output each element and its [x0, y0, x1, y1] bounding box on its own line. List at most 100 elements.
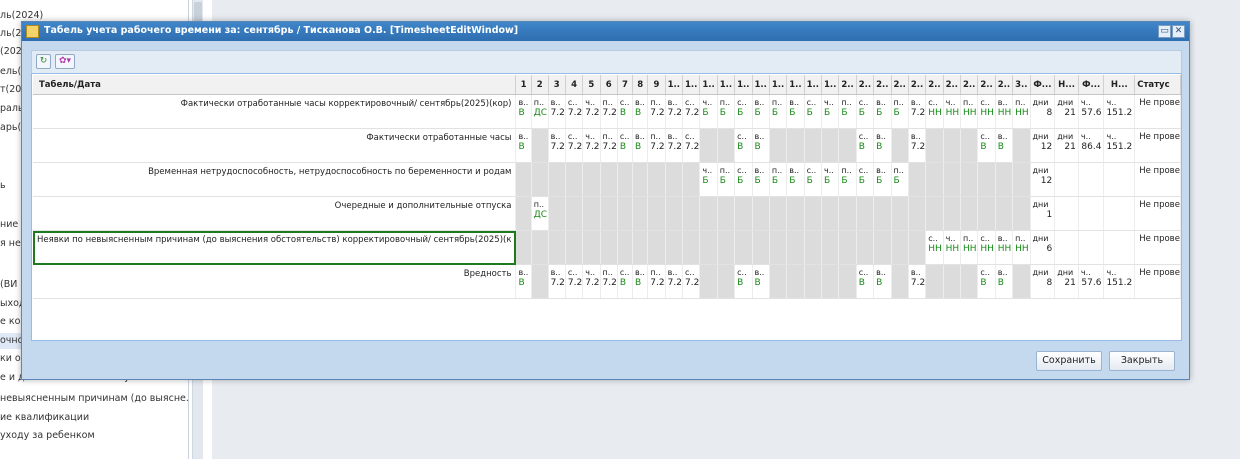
column-header-total[interactable]: Н...	[1103, 75, 1136, 95]
total-cell[interactable]: ч.. 57.6	[1078, 264, 1105, 299]
column-header-day[interactable]: 2..	[977, 75, 996, 95]
day-cell[interactable]: с.. Б	[734, 162, 753, 197]
day-cell[interactable]	[804, 230, 823, 265]
day-cell[interactable]	[960, 162, 979, 197]
row-name[interactable]: Вредность	[33, 264, 517, 299]
day-cell[interactable]	[804, 196, 823, 231]
column-header-day[interactable]: 4	[565, 75, 584, 95]
day-cell[interactable]: в.. В	[752, 128, 770, 163]
column-header-day[interactable]: 1	[515, 75, 532, 95]
day-cell[interactable]	[548, 196, 566, 231]
total-cell[interactable]: дни 21	[1054, 128, 1079, 163]
day-cell[interactable]	[617, 196, 634, 231]
day-cell[interactable]: п.. Б	[717, 94, 736, 129]
column-header-day[interactable]: 2..	[925, 75, 944, 95]
day-cell[interactable]: с.. В	[856, 264, 875, 299]
day-cell[interactable]	[665, 196, 684, 231]
column-header-day[interactable]: 2..	[908, 75, 927, 95]
refresh-icon[interactable]: ↻	[36, 54, 51, 69]
day-cell[interactable]: с.. 7.2	[565, 94, 584, 129]
day-cell[interactable]: п.. 7.2	[647, 128, 666, 163]
total-cell[interactable]	[1078, 162, 1105, 197]
day-cell[interactable]: в.. Б	[786, 94, 805, 129]
day-cell[interactable]	[786, 196, 805, 231]
day-cell[interactable]: в.. В	[515, 264, 532, 299]
day-cell[interactable]: в.. 7.2	[665, 128, 684, 163]
day-cell[interactable]: п.. Б	[717, 162, 736, 197]
column-header-day[interactable]: 1..	[804, 75, 823, 95]
day-cell[interactable]	[699, 128, 718, 163]
day-cell[interactable]	[908, 162, 927, 197]
total-cell[interactable]	[1103, 196, 1136, 231]
status-cell[interactable]: Не прове	[1134, 264, 1181, 299]
day-cell[interactable]	[908, 196, 927, 231]
column-header-total[interactable]: Ф...	[1030, 75, 1056, 95]
day-cell[interactable]	[960, 264, 979, 299]
day-cell[interactable]: с.. НН	[925, 94, 944, 129]
column-header-total[interactable]: Ф...	[1078, 75, 1105, 95]
day-cell[interactable]: п.. НН	[960, 230, 979, 265]
day-cell[interactable]: в.. 7.2	[908, 128, 927, 163]
day-cell[interactable]: с.. В	[617, 264, 634, 299]
day-cell[interactable]: ч.. 7.2	[582, 94, 601, 129]
status-cell[interactable]: Не прове	[1134, 162, 1181, 197]
day-cell[interactable]: в.. Б	[752, 94, 770, 129]
day-cell[interactable]	[838, 264, 857, 299]
day-cell[interactable]	[734, 230, 753, 265]
day-cell[interactable]: в.. В	[752, 264, 770, 299]
total-cell[interactable]: дни 21	[1054, 94, 1079, 129]
day-cell[interactable]: п.. Б	[891, 162, 909, 197]
column-header-day[interactable]: 2..	[873, 75, 892, 95]
day-cell[interactable]	[699, 264, 718, 299]
day-cell[interactable]	[600, 196, 618, 231]
day-cell[interactable]	[515, 230, 532, 265]
day-cell[interactable]: п.. 7.2	[600, 128, 618, 163]
day-cell[interactable]	[565, 196, 584, 231]
status-cell[interactable]: Не прове	[1134, 94, 1181, 129]
day-cell[interactable]	[1012, 162, 1031, 197]
column-header-day[interactable]: 3	[548, 75, 566, 95]
day-cell[interactable]	[786, 230, 805, 265]
day-cell[interactable]: с.. 7.2	[682, 264, 701, 299]
day-cell[interactable]: в.. В	[515, 128, 532, 163]
day-cell[interactable]	[821, 196, 840, 231]
total-cell[interactable]: дни 1	[1030, 196, 1056, 231]
day-cell[interactable]	[925, 196, 944, 231]
day-cell[interactable]: с.. Б	[804, 162, 823, 197]
day-cell[interactable]	[891, 264, 909, 299]
day-cell[interactable]	[565, 162, 584, 197]
column-header-day[interactable]: 5	[582, 75, 601, 95]
day-cell[interactable]: с.. НН	[977, 94, 996, 129]
day-cell[interactable]: с.. В	[856, 128, 875, 163]
background-tree-item[interactable]: уходу за ребенком	[0, 428, 188, 444]
day-cell[interactable]: в.. В	[873, 128, 892, 163]
day-cell[interactable]	[665, 162, 684, 197]
day-cell[interactable]	[515, 162, 532, 197]
day-cell[interactable]	[699, 196, 718, 231]
status-cell[interactable]: Не прове	[1134, 128, 1181, 163]
column-header-day[interactable]: 2..	[838, 75, 857, 95]
day-cell[interactable]	[769, 264, 788, 299]
column-header-day[interactable]: 7	[617, 75, 634, 95]
total-cell[interactable]: ч.. 57.6	[1078, 94, 1105, 129]
column-header-total[interactable]: Н...	[1054, 75, 1079, 95]
column-header-day[interactable]: 1..	[769, 75, 788, 95]
column-header-day[interactable]: 8	[632, 75, 649, 95]
day-cell[interactable]: в.. Б	[752, 162, 770, 197]
status-cell[interactable]: Не прове	[1134, 196, 1181, 231]
day-cell[interactable]	[856, 230, 875, 265]
day-cell[interactable]: в.. Б	[786, 162, 805, 197]
total-cell[interactable]: дни 21	[1054, 264, 1079, 299]
day-cell[interactable]: с.. НН	[977, 230, 996, 265]
column-header-day[interactable]: 1..	[665, 75, 684, 95]
day-cell[interactable]	[943, 264, 962, 299]
day-cell[interactable]	[943, 196, 962, 231]
day-cell[interactable]: п.. ДС	[531, 196, 549, 231]
day-cell[interactable]	[769, 196, 788, 231]
column-header-day[interactable]: 1..	[717, 75, 736, 95]
day-cell[interactable]	[682, 196, 701, 231]
day-cell[interactable]: в.. 7.2	[908, 264, 927, 299]
total-cell[interactable]	[1078, 196, 1105, 231]
day-cell[interactable]	[943, 128, 962, 163]
column-header-day[interactable]: 1..	[734, 75, 753, 95]
